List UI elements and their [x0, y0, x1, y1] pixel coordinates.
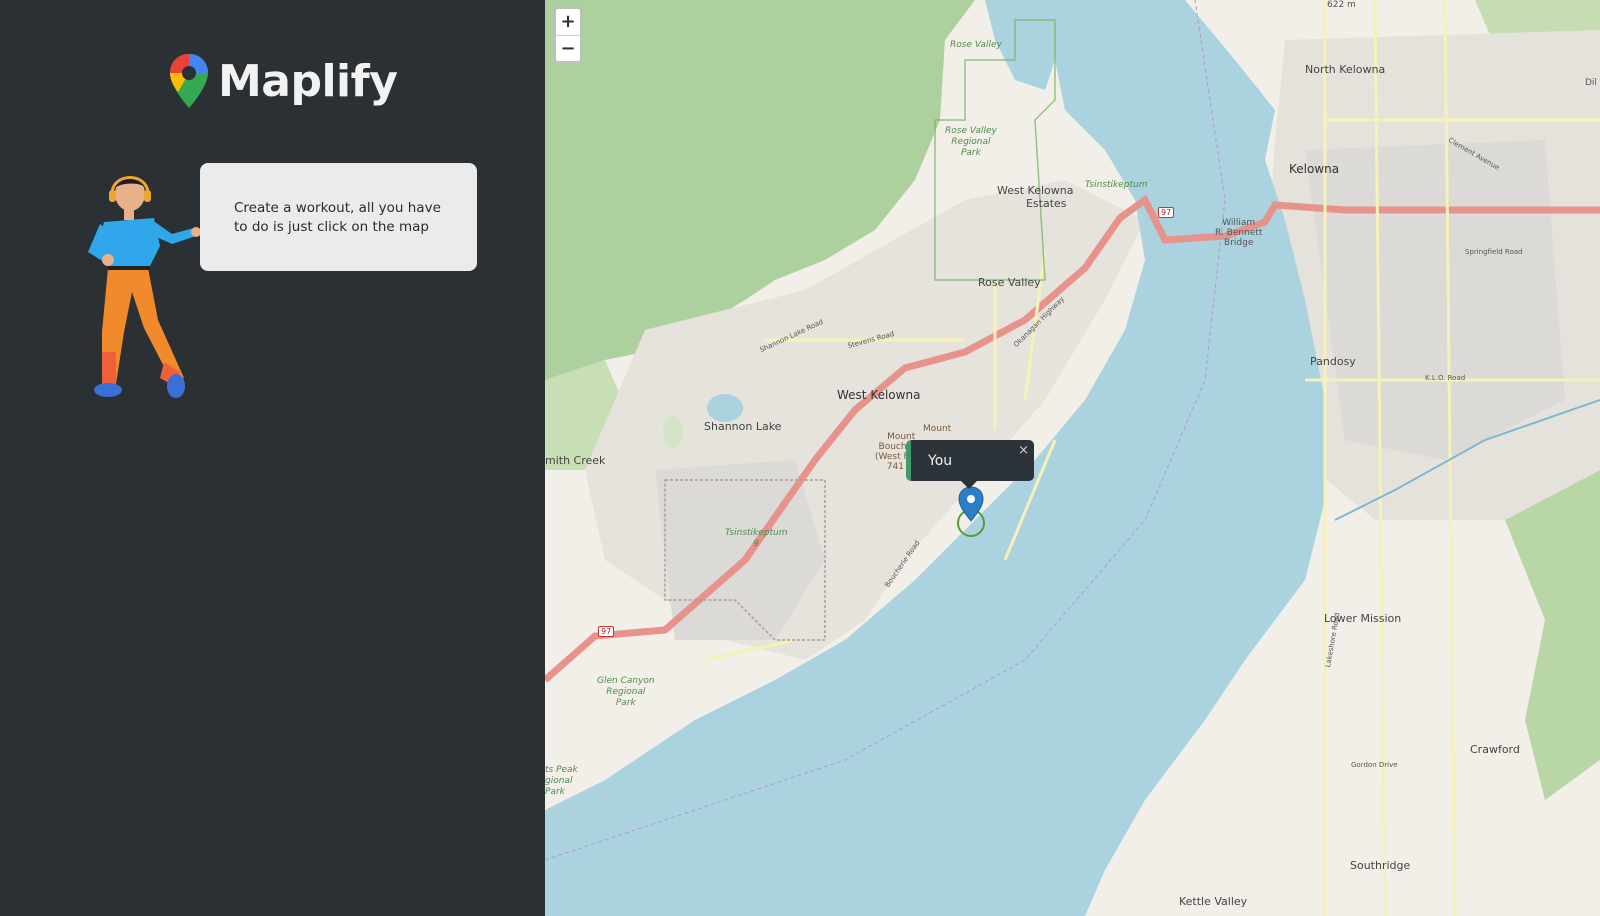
map-label: ts Peak gional Park — [545, 765, 578, 797]
map-label: Crawford — [1470, 743, 1520, 756]
sidebar: Maplify Create a workout, all you have t… — [0, 0, 545, 916]
map-label: William R. Bennett Bridge — [1215, 218, 1263, 248]
map-label: Rose Valley Regional Park — [945, 126, 997, 158]
map-label: Tsinstikeptum — [1085, 180, 1148, 190]
zoom-out-button[interactable]: − — [556, 35, 580, 61]
map-label: Dil — [1585, 78, 1597, 88]
zoom-in-button[interactable]: + — [556, 9, 580, 35]
map-label: Rose Valley — [950, 40, 1002, 50]
person-with-headphones-illustration — [88, 176, 200, 398]
map-label: Glen Canyon Regional Park — [597, 676, 655, 708]
highway-shield: 97 — [1158, 207, 1175, 218]
location-popup: You × — [906, 440, 1034, 481]
app-name: Maplify — [218, 55, 398, 107]
map-label: Springfield Road — [1465, 248, 1523, 256]
map-label: Mount — [923, 424, 952, 434]
map-label: Kettle Valley — [1179, 895, 1248, 908]
map-tiles — [545, 0, 1600, 916]
map-label: Shannon Lake — [704, 420, 782, 433]
map-label: West Kelowna Estates — [997, 184, 1074, 210]
map-label: North Kelowna — [1305, 63, 1386, 76]
highway-shield: 97 — [598, 626, 615, 637]
zoom-controls: + − — [554, 7, 582, 63]
map-label: Gordon Drive — [1351, 761, 1398, 769]
map-label: Rose Valley — [978, 276, 1041, 289]
map-canvas[interactable]: 622 m North Kelowna Kelowna Dil West Kel… — [545, 0, 1600, 916]
instruction-speech-bubble: Create a workout, all you have to do is … — [200, 163, 477, 271]
map-label: 622 m — [1327, 0, 1356, 10]
popup-tip — [960, 480, 978, 489]
map-label: Pandosy — [1310, 355, 1356, 368]
map-label: West Kelowna — [837, 388, 921, 402]
map-label: K.L.O. Road — [1425, 374, 1466, 382]
map-label: Tsinstikeptum 9 — [725, 528, 788, 549]
map-label: Southridge — [1350, 859, 1411, 872]
map-pin-icon — [170, 54, 208, 108]
close-icon[interactable]: × — [1018, 443, 1029, 458]
map-label: mith Creek — [545, 454, 606, 467]
map-label: Kelowna — [1289, 162, 1340, 176]
app-logo: Maplify — [168, 52, 398, 110]
popup-text: You — [928, 453, 953, 469]
